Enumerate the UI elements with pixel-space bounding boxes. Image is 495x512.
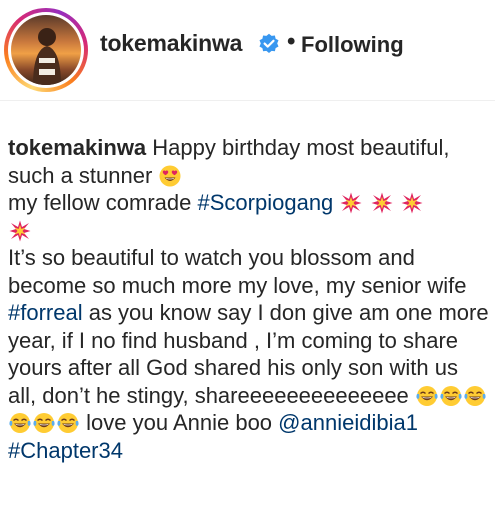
avatar-photo bbox=[33, 28, 61, 85]
mention-annieidibia1[interactable]: @annieidibia1 bbox=[278, 410, 418, 435]
collision-emoji-icon bbox=[371, 192, 393, 214]
username[interactable]: tokemakinwa bbox=[100, 30, 242, 57]
verified-badge-icon bbox=[259, 33, 279, 53]
caption-author[interactable]: tokemakinwa bbox=[8, 135, 146, 160]
caption-text-comrade: my fellow comrade bbox=[8, 190, 198, 215]
collision-emoji-icon bbox=[9, 220, 31, 241]
separator-dot: • bbox=[287, 28, 296, 55]
following-button[interactable]: Following bbox=[301, 32, 404, 58]
tears-of-joy-emoji-icon bbox=[9, 413, 31, 433]
collision-emoji-icon bbox=[401, 192, 423, 214]
tears-of-joy-emoji-icon bbox=[464, 385, 486, 406]
caption-closing: love you Annie boo bbox=[80, 410, 279, 435]
tears-of-joy-emoji-icon bbox=[57, 413, 79, 433]
hashtag-forreal[interactable]: #forreal bbox=[8, 300, 83, 325]
avatar[interactable] bbox=[11, 15, 81, 85]
hashtag-scorpiogang[interactable]: #Scorpiogang bbox=[198, 190, 334, 215]
tears-of-joy-emoji-icon bbox=[416, 385, 438, 406]
post-caption: tokemakinwa Happy birthday most beautifu… bbox=[8, 134, 492, 464]
caption-body: It’s so beautiful to watch you blossom a… bbox=[8, 245, 467, 298]
hashtag-chapter34[interactable]: #Chapter34 bbox=[8, 438, 123, 463]
post-header: tokemakinwa • Following bbox=[0, 0, 495, 100]
tears-of-joy-emoji-icon bbox=[33, 413, 55, 433]
story-ring[interactable] bbox=[4, 8, 88, 92]
header-divider bbox=[0, 100, 495, 101]
collision-emoji-icon bbox=[340, 192, 362, 214]
heart-eyes-emoji-icon bbox=[159, 165, 181, 186]
tears-of-joy-emoji-icon bbox=[440, 385, 462, 406]
